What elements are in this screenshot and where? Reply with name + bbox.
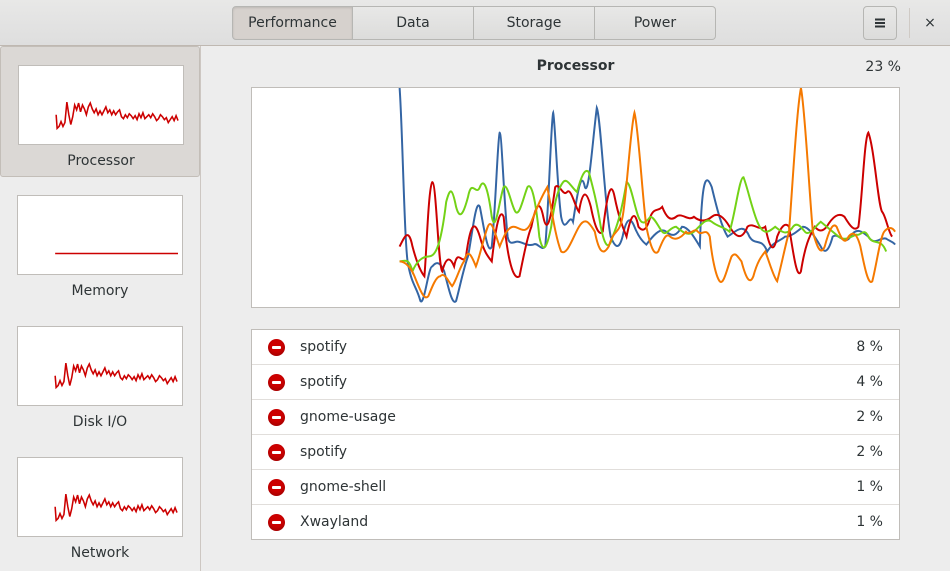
sidebar-item-memory[interactable]: Memory — [0, 177, 200, 308]
tab-power[interactable]: Power — [595, 6, 716, 40]
process-row[interactable]: spotify 8 % — [252, 330, 899, 365]
process-row[interactable]: spotify 4 % — [252, 365, 899, 400]
process-name: Xwayland — [300, 514, 369, 530]
tab-performance[interactable]: Performance — [232, 6, 353, 40]
process-name: spotify — [300, 444, 348, 460]
process-list: spotify 8 % spotify 4 % gnome-usage 2 % … — [251, 329, 900, 540]
processor-thumbnail-line — [55, 101, 179, 131]
cpu-line-blue — [398, 88, 896, 303]
sidebar-item-processor[interactable]: Processor — [0, 46, 200, 177]
tab-storage[interactable]: Storage — [474, 6, 595, 40]
close-icon: × — [924, 15, 936, 31]
process-percent: 1 % — [856, 514, 883, 530]
usage-window: Performance Data Storage Power × Process… — [0, 0, 950, 571]
sidebar-item-label: Memory — [71, 283, 129, 299]
hamburger-menu-icon — [875, 18, 885, 28]
network-thumbnail-line — [54, 493, 178, 523]
kill-process-icon[interactable] — [268, 514, 285, 531]
process-percent: 4 % — [856, 374, 883, 390]
process-name: gnome-usage — [300, 409, 396, 425]
header-bar: Performance Data Storage Power × — [0, 0, 950, 46]
processor-thumbnail-graph — [18, 65, 184, 145]
process-percent: 2 % — [856, 409, 883, 425]
sidebar-item-network[interactable]: Network — [0, 439, 200, 570]
process-name: spotify — [300, 339, 348, 355]
process-row[interactable]: gnome-shell 1 % — [252, 470, 899, 505]
menu-button[interactable] — [863, 6, 897, 40]
kill-process-icon[interactable] — [268, 444, 285, 461]
process-percent: 8 % — [856, 339, 883, 355]
process-name: spotify — [300, 374, 348, 390]
process-name: gnome-shell — [300, 479, 387, 495]
kill-process-icon[interactable] — [268, 374, 285, 391]
memory-thumbnail-graph — [17, 195, 183, 275]
view-switcher: Performance Data Storage Power — [232, 6, 716, 40]
main-panel: Processor 23 % spotify 8 % spotify 4 % g… — [201, 46, 950, 571]
disk-io-thumbnail-graph — [17, 326, 183, 406]
processor-usage-value: 23 % — [865, 59, 901, 75]
kill-process-icon[interactable] — [268, 479, 285, 496]
kill-process-icon[interactable] — [268, 409, 285, 426]
processor-graph — [251, 87, 900, 308]
kill-process-icon[interactable] — [268, 339, 285, 356]
process-row[interactable]: spotify 2 % — [252, 435, 899, 470]
process-percent: 2 % — [856, 444, 883, 460]
disk-io-thumbnail-line — [54, 362, 178, 390]
cpu-line-orange — [399, 88, 896, 299]
network-thumbnail-graph — [17, 457, 183, 537]
cpu-line-red — [398, 130, 893, 279]
sidebar: Processor Memory Disk I/O Network — [0, 46, 201, 571]
sidebar-item-disk-io[interactable]: Disk I/O — [0, 308, 200, 439]
close-button[interactable]: × — [915, 6, 945, 40]
sidebar-item-label: Processor — [67, 153, 135, 169]
page-title: Processor — [536, 58, 615, 74]
sidebar-item-label: Disk I/O — [72, 414, 128, 430]
sidebar-item-label: Network — [70, 545, 130, 561]
process-row[interactable]: Xwayland 1 % — [252, 505, 899, 540]
header-separator — [909, 8, 910, 38]
process-percent: 1 % — [856, 479, 883, 495]
process-row[interactable]: gnome-usage 2 % — [252, 400, 899, 435]
tab-data[interactable]: Data — [353, 6, 474, 40]
